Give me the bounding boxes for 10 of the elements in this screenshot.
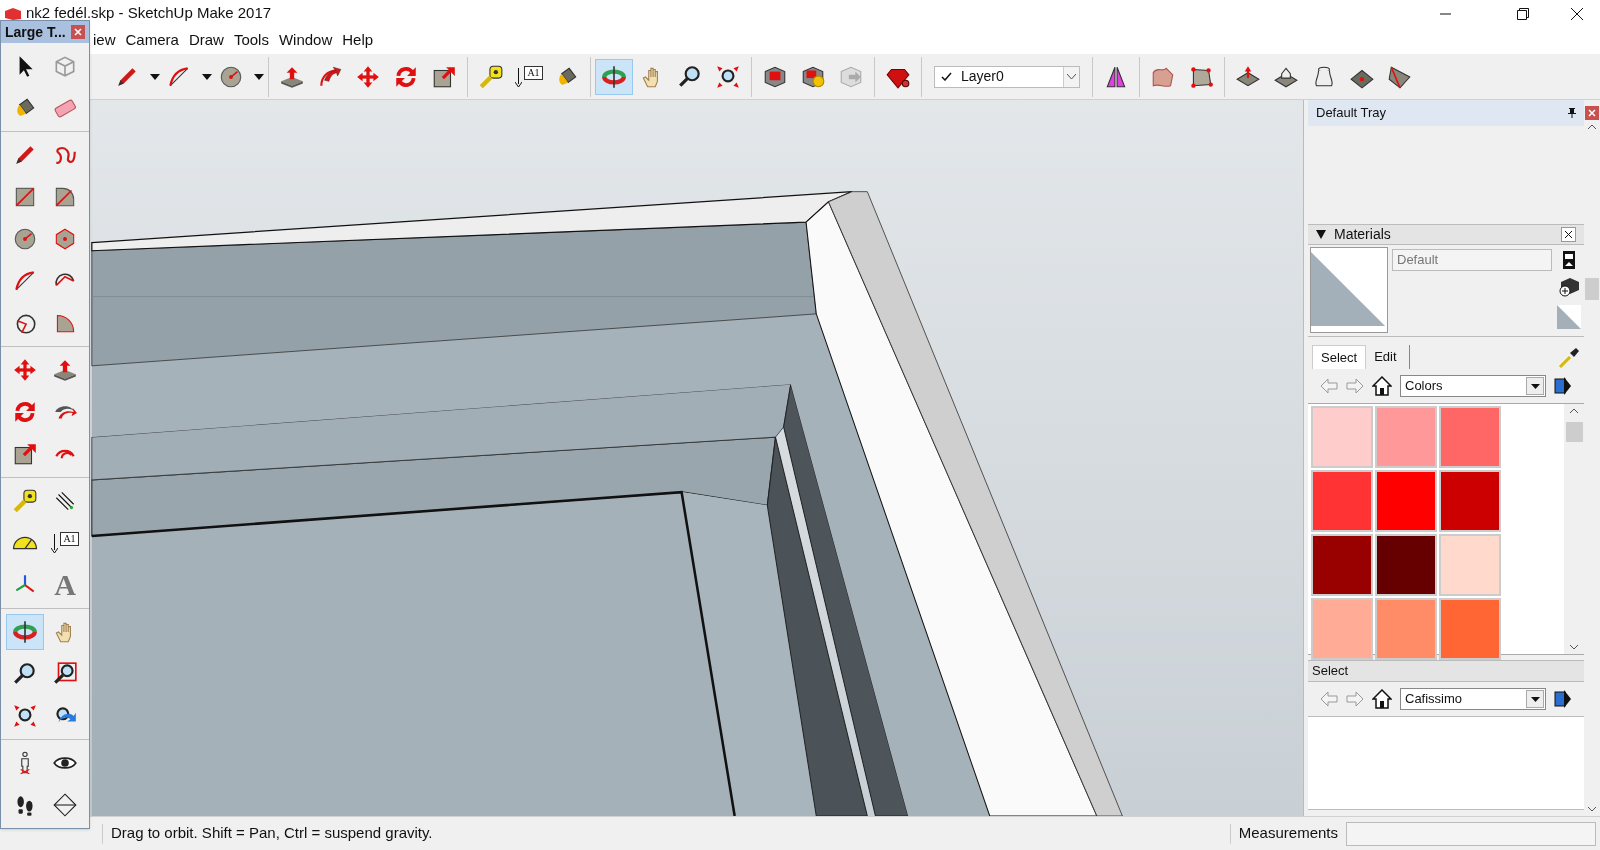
window-title: nk2 fedél.skp - SketchUp Make 2017 bbox=[26, 3, 272, 24]
panel-title: Large T... bbox=[5, 22, 66, 42]
measurements-label: Measurements bbox=[1238, 823, 1338, 844]
panel-title: Materials bbox=[1334, 225, 1391, 244]
status-hint: Drag to orbit. Shift = Pan, Ctrl = suspend gravity. bbox=[111, 823, 434, 844]
library-name: Colors bbox=[1404, 377, 1444, 396]
layer-name: Layer0 bbox=[960, 67, 1005, 86]
tray-title: Default Tray bbox=[1316, 104, 1387, 123]
section-title: Select bbox=[1312, 662, 1349, 681]
library-name: Cafissimo bbox=[1404, 690, 1464, 709]
